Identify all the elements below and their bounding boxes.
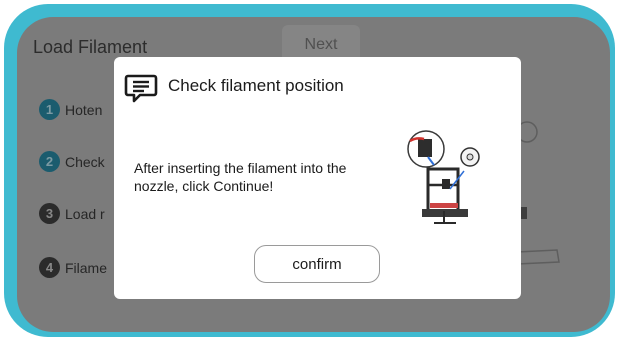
printer-illustration — [404, 129, 484, 234]
step-label: Filame — [65, 259, 108, 276]
dialog-title: Check filament position — [168, 76, 344, 95]
confirm-button[interactable]: confirm — [254, 245, 380, 283]
dialog-message: After inserting the filament into the no… — [134, 160, 347, 194]
background-illustration — [517, 121, 560, 265]
step-label: Check — [65, 153, 105, 170]
step-item-4: 4 Filame — [39, 257, 107, 278]
step-number: 4 — [39, 257, 60, 278]
step-number: 2 — [39, 151, 60, 172]
step-number: 1 — [39, 99, 60, 120]
step-item-1: 1 Hoten — [39, 99, 102, 120]
dialog: Check filament position After inserting … — [114, 57, 521, 299]
step-label: Load r — [65, 205, 105, 222]
step-number: 3 — [39, 203, 60, 224]
page-title: Load Filament — [33, 37, 148, 57]
step-item-3: 3 Load r — [39, 203, 105, 224]
step-item-2: 2 Check — [39, 151, 105, 172]
step-label: Hoten — [65, 101, 103, 118]
message-icon — [124, 73, 158, 108]
